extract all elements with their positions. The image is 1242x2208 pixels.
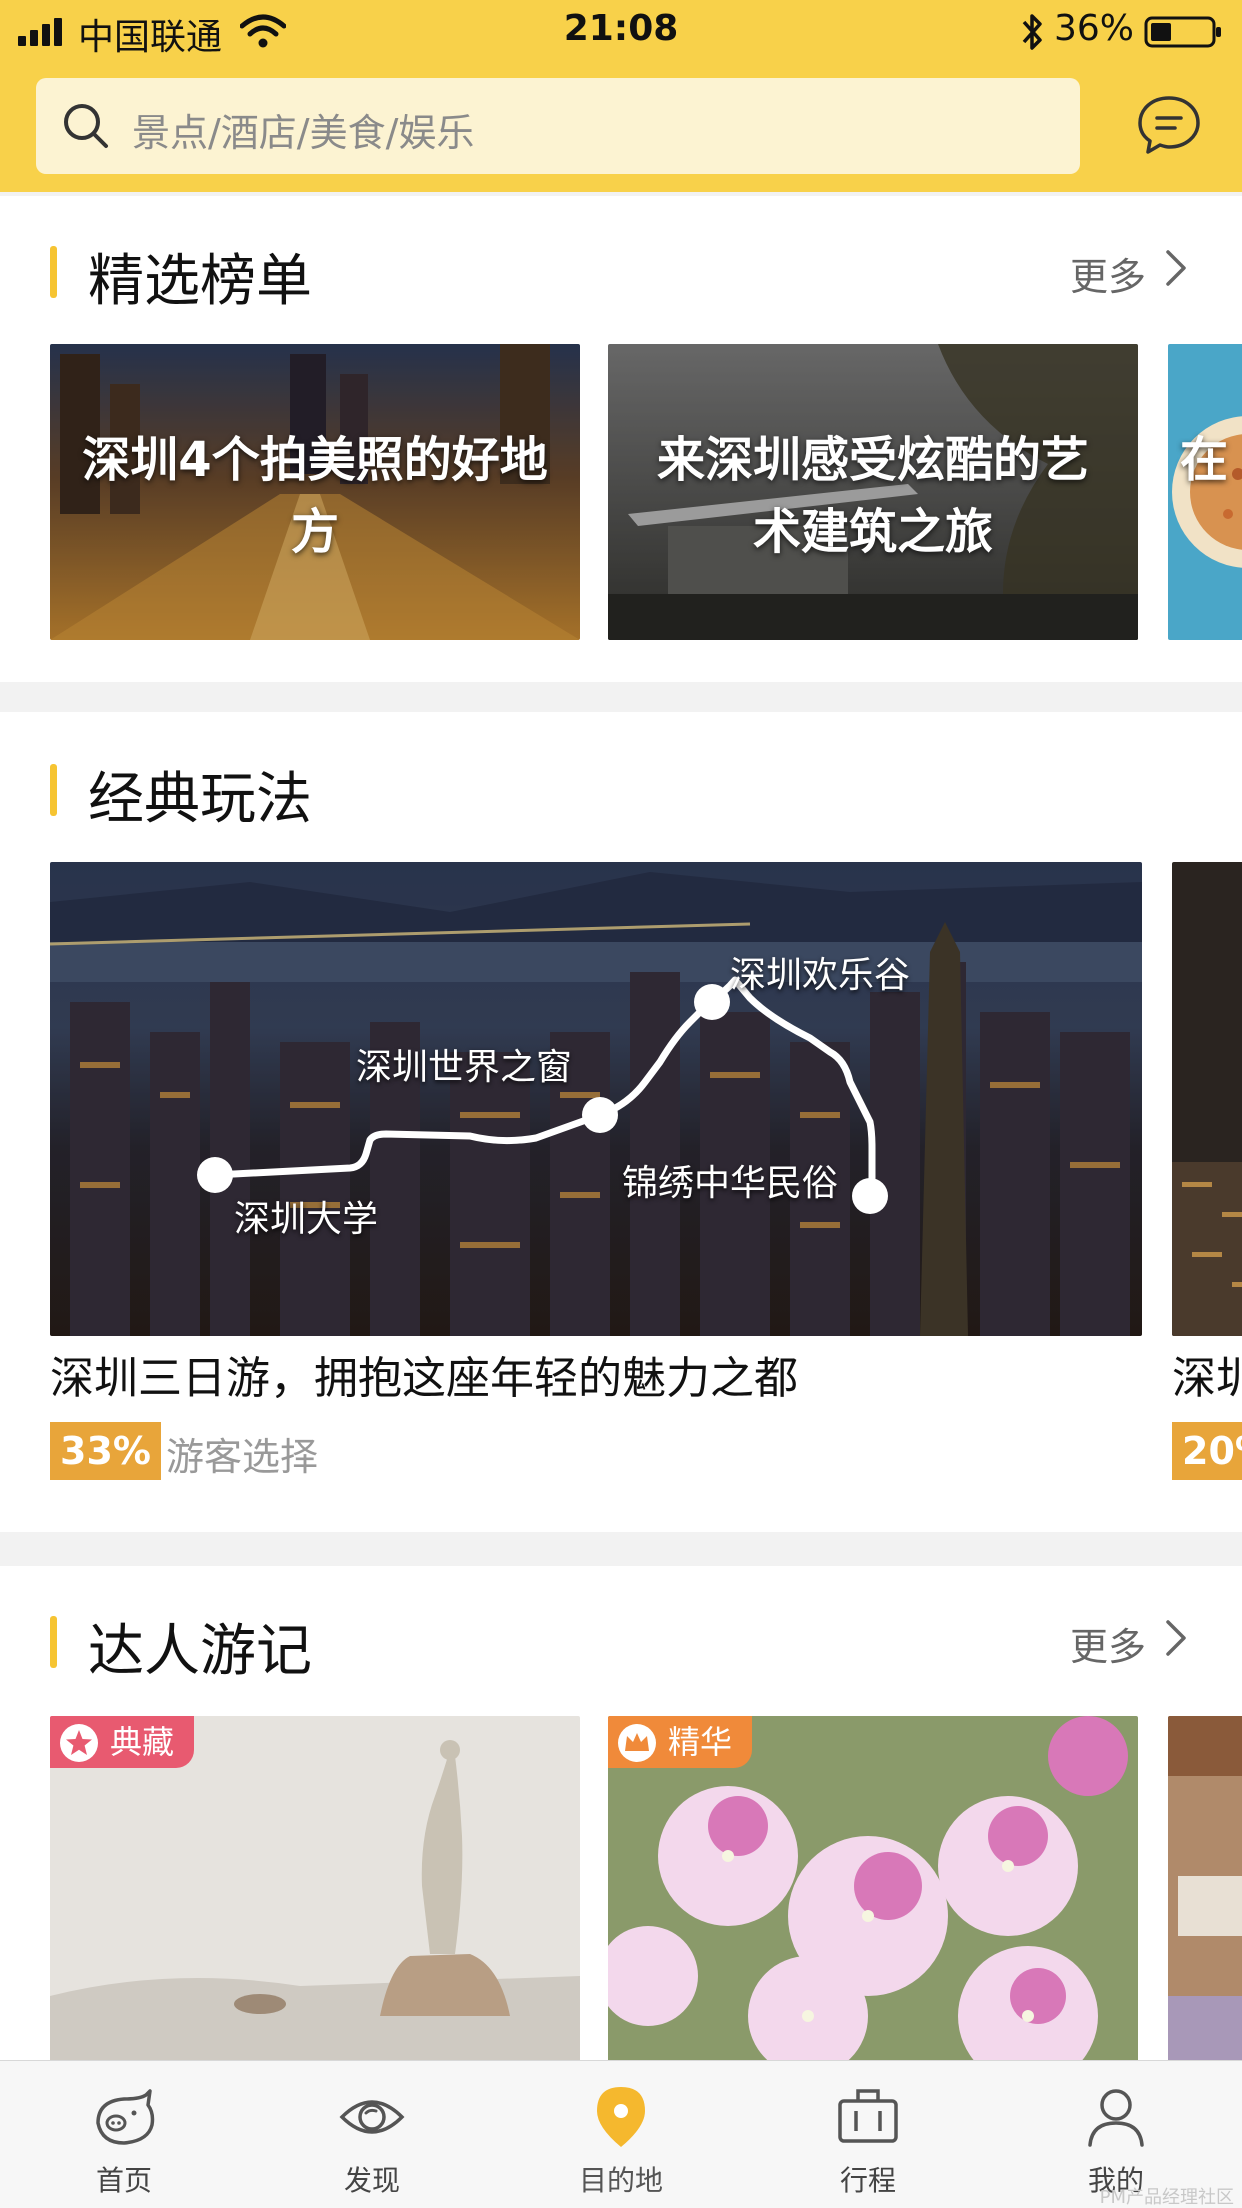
route-card[interactable]: 深圳大学 深圳世界之窗 深圳欢乐谷 锦绣中华民俗	[50, 862, 1142, 1336]
featured-card[interactable]: 来深圳感受炫酷的艺术建筑之旅	[608, 344, 1138, 640]
featured-card[interactable]: 深圳4个拍美照的好地方	[50, 344, 580, 640]
location-pin-icon	[597, 2087, 645, 2147]
battery-icon	[1144, 16, 1221, 48]
tab-bar: 首页 发现 目的地 行程 我的 PM产品经理社区	[0, 2060, 1242, 2208]
plan-title[interactable]: 深圳	[1172, 1342, 1242, 1406]
essence-tag: 精华	[608, 1716, 753, 1768]
tab-label: 目的地	[578, 2164, 663, 2197]
tab-label: 行程	[839, 2164, 896, 2197]
crown-icon	[618, 1724, 656, 1762]
search-placeholder: 景点/酒店/美食/娱乐	[132, 111, 475, 155]
message-icon[interactable]	[1136, 94, 1202, 158]
more-link[interactable]: 更多	[1070, 1616, 1146, 1671]
chevron-right-icon[interactable]	[1160, 248, 1190, 288]
suitcase-icon	[838, 2089, 898, 2143]
star-icon	[60, 1724, 98, 1762]
route-stop-label: 深圳世界之窗	[356, 1047, 573, 1088]
section-title: 达人游记	[88, 1619, 312, 1684]
route-card[interactable]	[1172, 862, 1242, 1336]
night-photo	[1172, 862, 1242, 1336]
card-title: 在	[1180, 432, 1229, 488]
travelogue-card[interactable]: 典藏	[50, 1716, 580, 2060]
watermark: PM产品经理社区	[1099, 2187, 1234, 2208]
travelogue-card[interactable]: 精华	[608, 1716, 1138, 2060]
search-icon	[64, 104, 108, 148]
app-screen: 中国联通 21:08 36% 景点/酒店/美食/娱乐 精选榜单 更多 深圳4个拍…	[0, 0, 1242, 2208]
percent-badge: 33%	[50, 1422, 161, 1480]
city-skyline-photo	[50, 862, 1142, 1336]
percent-label: 游客选择	[166, 1435, 319, 1479]
pig-icon	[96, 2089, 155, 2145]
eye-icon	[339, 2100, 405, 2134]
section-title: 经典玩法	[88, 767, 312, 832]
section-accent-bar	[50, 1616, 57, 1668]
tab-label: 发现	[343, 2164, 400, 2197]
battery-percent: 36%	[1053, 8, 1134, 49]
section-title: 精选榜单	[88, 249, 312, 314]
tab-discover[interactable]: 发现	[272, 2061, 472, 2208]
tag-label: 典藏	[110, 1723, 175, 1761]
route-stop-label: 深圳欢乐谷	[730, 955, 911, 996]
search-input[interactable]: 景点/酒店/美食/娱乐	[36, 78, 1080, 174]
bluetooth-icon	[1022, 14, 1042, 50]
card-title: 深圳4个拍美照的好地方	[82, 432, 548, 560]
card-title: 来深圳感受炫酷的艺术建筑之旅	[656, 432, 1089, 560]
section-accent-bar	[50, 246, 57, 298]
user-icon	[1088, 2089, 1144, 2147]
travelogue-section: 达人游记 更多 典藏 精华	[0, 1566, 1242, 2060]
section-accent-bar	[50, 764, 57, 816]
classic-section: 经典玩法 深圳大学 深圳世界之窗 深圳欢乐谷 锦绣中华民俗 深圳三日游，拥抱这座…	[0, 712, 1242, 1532]
route-stop-label: 深圳大学	[234, 1199, 379, 1240]
collection-tag: 典藏	[50, 1716, 195, 1768]
tag-label: 精华	[668, 1723, 733, 1761]
route-stop-label: 锦绣中华民俗	[622, 1163, 839, 1204]
percent-badge: 20%	[1172, 1422, 1242, 1480]
status-bar: 中国联通 21:08 36%	[0, 0, 1242, 64]
chevron-right-icon[interactable]	[1160, 1618, 1190, 1658]
header: 中国联通 21:08 36% 景点/酒店/美食/娱乐	[0, 0, 1242, 192]
more-link[interactable]: 更多	[1070, 246, 1146, 301]
temple-photo	[1168, 1716, 1242, 2060]
tab-home[interactable]: 首页	[24, 2061, 224, 2208]
travelogue-card[interactable]	[1168, 1716, 1242, 2060]
tab-label: 首页	[95, 2164, 152, 2197]
plan-title[interactable]: 深圳三日游，拥抱这座年轻的魅力之都	[50, 1342, 798, 1406]
featured-section: 精选榜单 更多 深圳4个拍美照的好地方 来深圳感受炫酷的艺术建筑之旅 在	[0, 196, 1242, 682]
featured-card[interactable]: 在	[1168, 344, 1242, 640]
tab-itinerary[interactable]: 行程	[768, 2061, 968, 2208]
tab-destination[interactable]: 目的地	[521, 2061, 721, 2208]
